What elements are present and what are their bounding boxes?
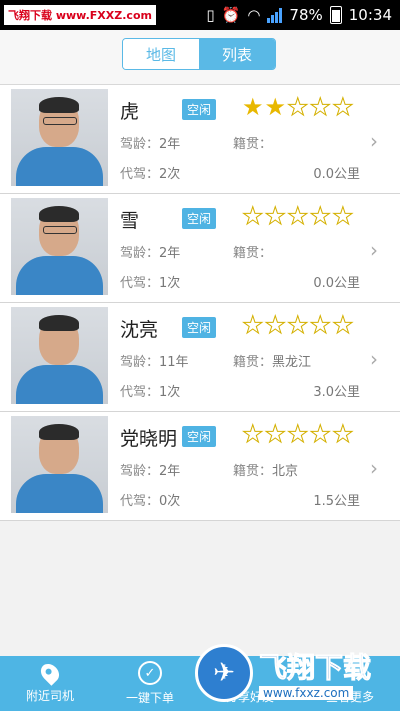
drive-count: 代驾：2次 xyxy=(120,167,181,182)
star-icon: ★ xyxy=(264,93,287,121)
star-icon: ★ xyxy=(242,93,264,121)
vibrate-icon: ▯ xyxy=(206,6,215,24)
alarm-icon: ⏰ xyxy=(221,6,241,24)
driver-card[interactable]: 雪 空闲 ★ ★ ★ ★ ★ 驾龄：2年 籍贯： 代驾：1次 0.0公里 › xyxy=(0,194,400,303)
tab-map[interactable]: 地图 xyxy=(123,39,199,69)
status-badge: 空闲 xyxy=(182,426,217,447)
nav-label: 查看更多 xyxy=(325,690,374,704)
rating-stars: ★ ★ ★ ★ ★ xyxy=(242,420,355,448)
chevron-right-icon: › xyxy=(370,129,378,153)
star-empty-icon: ★ xyxy=(309,202,332,230)
top-bar: 地图 列表 xyxy=(0,30,400,85)
origin: 籍贯： xyxy=(233,246,273,261)
driving-age: 驾龄：2年 xyxy=(120,464,181,479)
driving-age: 驾龄：2年 xyxy=(120,246,181,261)
location-pin-icon xyxy=(37,660,63,686)
distance: 0.0公里 xyxy=(313,276,360,291)
nav-share-friends[interactable]: 分享好友 xyxy=(200,656,300,711)
star-empty-icon: ★ xyxy=(309,420,332,448)
chevron-right-icon: › xyxy=(370,456,378,480)
clock: 10:34 xyxy=(348,6,392,24)
origin: 籍贯： xyxy=(233,137,273,152)
distance: 3.0公里 xyxy=(313,385,360,400)
drive-count: 代驾：1次 xyxy=(120,276,181,291)
driver-photo xyxy=(11,416,108,513)
star-empty-icon: ★ xyxy=(264,420,287,448)
nav-view-more[interactable]: 查看更多 xyxy=(300,656,400,711)
star-empty-icon: ★ xyxy=(332,311,354,339)
nav-label: 一键下单 xyxy=(125,691,174,705)
view-toggle: 地图 列表 xyxy=(122,38,276,70)
star-empty-icon: ★ xyxy=(287,311,309,339)
drive-count: 代驾：1次 xyxy=(120,385,181,400)
star-empty-icon: ★ xyxy=(309,93,332,121)
watermark-label: 飞翔下载 www.FXXZ.com xyxy=(4,5,156,25)
signal-icon xyxy=(267,7,283,23)
status-badge: 空闲 xyxy=(182,208,217,229)
star-empty-icon: ★ xyxy=(287,202,309,230)
star-empty-icon: ★ xyxy=(332,93,354,121)
driver-photo xyxy=(11,89,108,186)
rating-stars: ★ ★ ★ ★ ★ xyxy=(242,311,355,339)
star-empty-icon: ★ xyxy=(264,311,287,339)
star-empty-icon: ★ xyxy=(242,420,264,448)
drive-count: 代驾：0次 xyxy=(120,494,181,509)
status-badge: 空闲 xyxy=(182,99,217,120)
star-empty-icon: ★ xyxy=(309,311,332,339)
bottom-nav: 附近司机 ✓ 一键下单 分享好友 查看更多 xyxy=(0,656,400,711)
battery-icon xyxy=(329,6,342,24)
star-empty-icon: ★ xyxy=(242,202,264,230)
driver-list: 虎 空闲 ★ ★ ★ ★ ★ 驾龄：2年 籍贯： 代驾：2次 0.0公里 › 雪… xyxy=(0,85,400,521)
star-empty-icon: ★ xyxy=(287,420,309,448)
driver-photo xyxy=(11,198,108,295)
driving-age: 驾龄：11年 xyxy=(120,355,189,370)
distance: 0.0公里 xyxy=(313,167,360,182)
battery-percent: 78% xyxy=(289,6,323,24)
origin: 籍贯：黑龙江 xyxy=(233,355,312,370)
chevron-right-icon: › xyxy=(370,347,378,371)
driving-age: 驾龄：2年 xyxy=(120,137,181,152)
nav-label: 分享好友 xyxy=(225,690,274,704)
status-icons: ▯ ⏰ ◠ 78% 10:34 xyxy=(206,6,400,24)
tab-list[interactable]: 列表 xyxy=(199,39,275,69)
driver-name: 沈亮 xyxy=(120,319,159,341)
driver-card[interactable]: 党晓明 空闲 ★ ★ ★ ★ ★ 驾龄：2年 籍贯：北京 代驾：0次 1.5公里… xyxy=(0,412,400,521)
star-empty-icon: ★ xyxy=(287,93,309,121)
driver-card[interactable]: 沈亮 空闲 ★ ★ ★ ★ ★ 驾龄：11年 籍贯：黑龙江 代驾：1次 3.0公… xyxy=(0,303,400,412)
driver-name: 虎 xyxy=(120,101,140,123)
status-badge: 空闲 xyxy=(182,317,217,338)
driver-card[interactable]: 虎 空闲 ★ ★ ★ ★ ★ 驾龄：2年 籍贯： 代驾：2次 0.0公里 › xyxy=(0,85,400,194)
nav-label: 附近司机 xyxy=(25,689,74,703)
driver-name: 雪 xyxy=(120,210,140,232)
star-empty-icon: ★ xyxy=(332,202,354,230)
distance: 1.5公里 xyxy=(313,494,360,509)
wifi-icon: ◠ xyxy=(247,6,261,24)
rating-stars: ★ ★ ★ ★ ★ xyxy=(242,93,354,121)
star-empty-icon: ★ xyxy=(242,311,264,339)
driver-name: 党晓明 xyxy=(120,428,178,450)
driver-photo xyxy=(11,307,108,404)
nav-one-click-order[interactable]: ✓ 一键下单 xyxy=(100,656,200,711)
rating-stars: ★ ★ ★ ★ ★ xyxy=(242,202,355,230)
star-empty-icon: ★ xyxy=(332,420,354,448)
check-circle-icon: ✓ xyxy=(138,661,162,685)
chevron-right-icon: › xyxy=(370,238,378,262)
star-empty-icon: ★ xyxy=(264,202,287,230)
status-bar: 飞翔下载 www.FXXZ.com ▯ ⏰ ◠ 78% 10:34 xyxy=(0,0,400,30)
nav-nearby-drivers[interactable]: 附近司机 xyxy=(0,656,100,711)
origin: 籍贯：北京 xyxy=(233,464,299,479)
